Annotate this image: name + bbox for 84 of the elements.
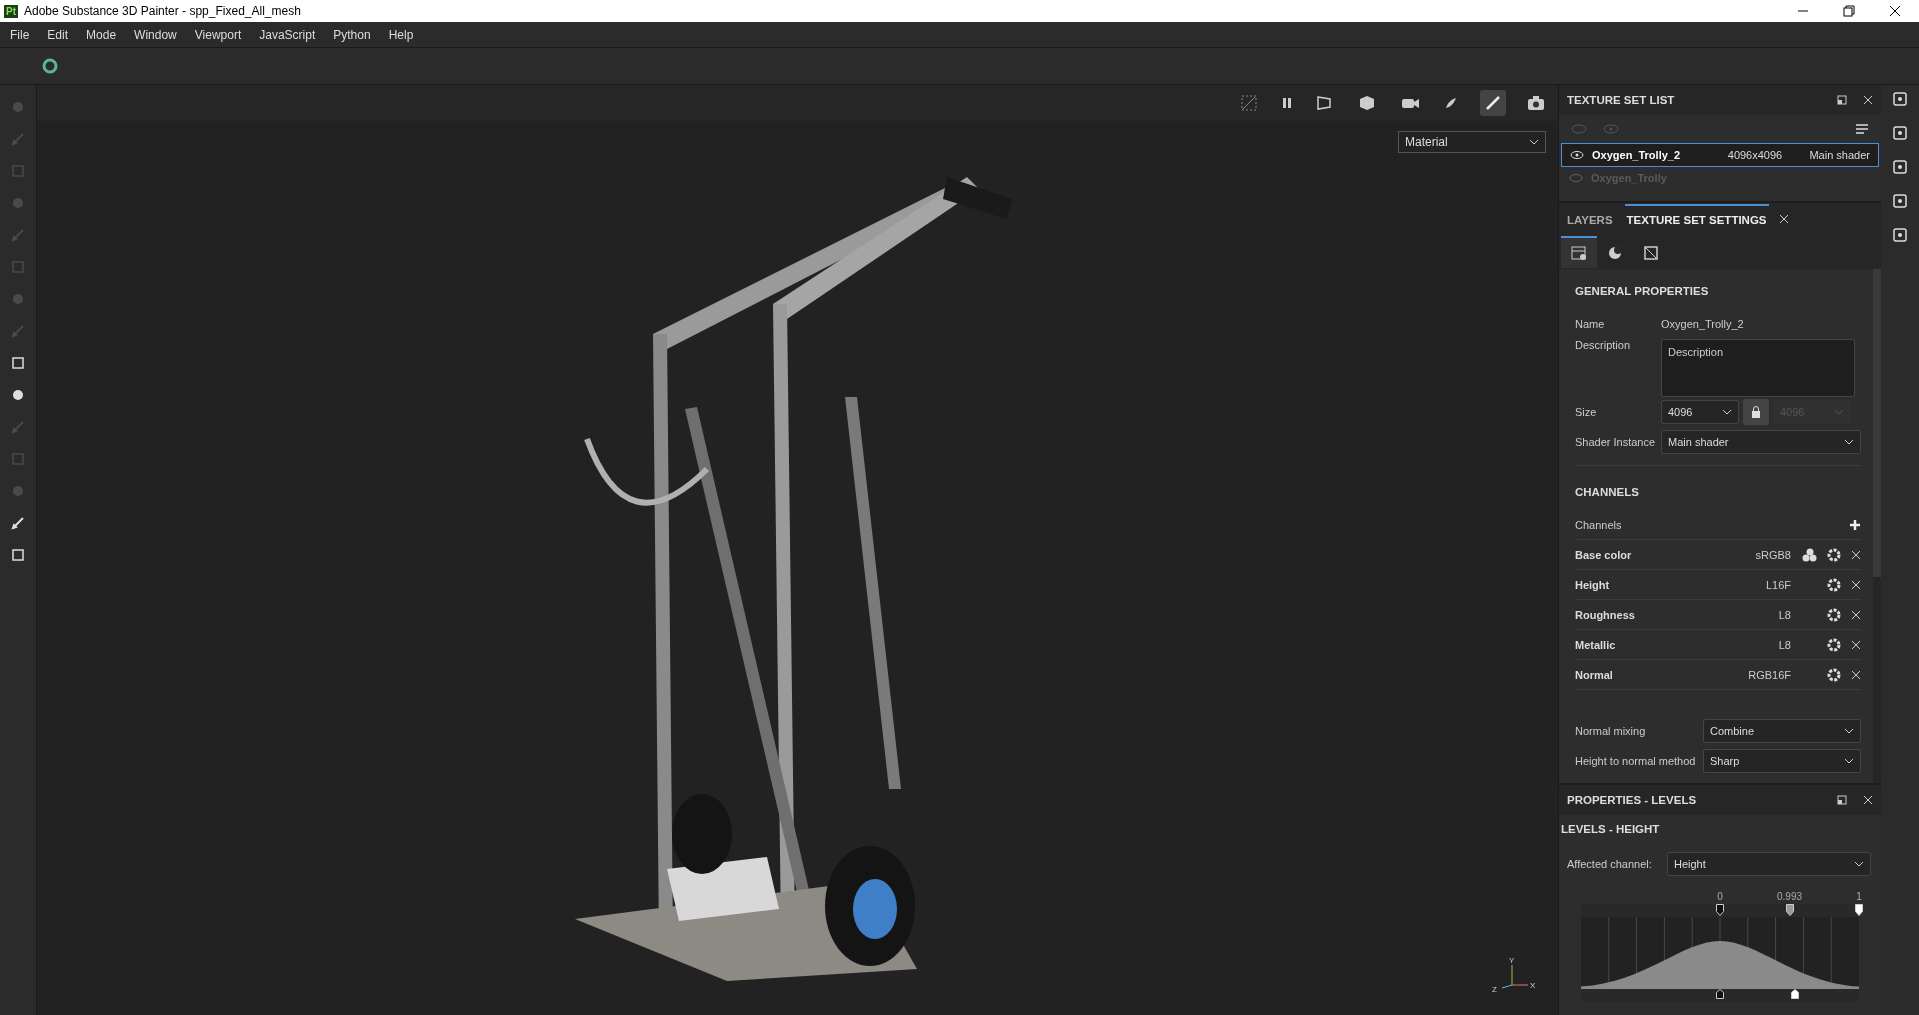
height-method-dropdown[interactable]: Sharp	[1703, 749, 1861, 773]
menu-item[interactable]: Viewport	[194, 27, 242, 42]
name-value: Oxygen_Trolly_2	[1661, 318, 1744, 330]
app-logo: Pt	[4, 4, 18, 18]
level-value: 0	[1717, 891, 1723, 902]
chevron-icon	[1834, 409, 1844, 415]
normal-mixing-dropdown[interactable]: Combine	[1703, 719, 1861, 743]
output-handle[interactable]	[1716, 989, 1724, 999]
menu-icon[interactable]	[1855, 123, 1869, 135]
gear-icon[interactable]	[1827, 547, 1841, 562]
gear-icon[interactable]	[1827, 667, 1841, 682]
channel-name: Base color	[1575, 548, 1633, 561]
menu-item[interactable]: Mode	[86, 27, 117, 42]
menu-item[interactable]: Help	[388, 27, 414, 42]
level-value: 1	[1856, 891, 1862, 902]
panel-title: TEXTURE SET LIST	[1567, 94, 1676, 106]
paint-mode-button[interactable]	[1480, 90, 1506, 116]
channel-format[interactable]: sRGB8	[1731, 548, 1791, 561]
level-value: 0.993	[1777, 891, 1802, 902]
size-dropdown[interactable]: 4096	[1661, 400, 1739, 424]
material-dropdown[interactable]: Material	[1398, 131, 1546, 153]
window-title: Adobe Substance 3D Painter - spp_Fixed_All_mesh	[24, 4, 301, 18]
lock-button[interactable]	[1743, 399, 1769, 425]
field-label: Name	[1575, 318, 1606, 330]
settings-tab[interactable]	[1561, 236, 1597, 268]
channel-dropdown[interactable]: Height	[1667, 852, 1871, 876]
ring-icon[interactable]	[42, 58, 58, 74]
gear-icon[interactable]	[1827, 637, 1841, 652]
snapshot-icon[interactable]	[1526, 94, 1546, 112]
channel-format[interactable]: L16F	[1731, 578, 1791, 591]
menu-item[interactable]: Window	[134, 27, 177, 42]
channel-name: Normal	[1575, 668, 1614, 681]
hidden-icon[interactable]	[1240, 94, 1258, 112]
chevron-icon	[1854, 861, 1864, 867]
color-dots-icon[interactable]	[1801, 547, 1817, 562]
channel-name: Height	[1575, 578, 1611, 591]
chevron-icon	[1844, 758, 1854, 764]
field-label: Affected channel:	[1567, 858, 1653, 870]
float-icon[interactable]	[1837, 95, 1847, 105]
gear-icon[interactable]	[1827, 577, 1841, 592]
output-handle[interactable]	[1791, 989, 1800, 999]
table-gear-icon	[1571, 245, 1587, 261]
section-title: CHANNELS	[1575, 465, 1861, 504]
field-label: Size	[1575, 406, 1598, 418]
description-field[interactable]: Description	[1661, 339, 1855, 397]
axis-gizmo: Y Z X	[1488, 955, 1538, 995]
shader-name: Main shader	[1809, 149, 1870, 161]
level-handle[interactable]	[1785, 904, 1794, 916]
menu-item[interactable]: File	[10, 27, 30, 42]
scrollbar[interactable]	[1873, 269, 1881, 783]
chevron-icon	[1722, 409, 1732, 415]
channel-name: Roughness	[1575, 608, 1636, 621]
menu-item[interactable]: JavaScript	[259, 27, 316, 42]
level-handle[interactable]	[1855, 904, 1863, 916]
texture-set-row[interactable]: Oxygen_Trolly_2 4096x4096 Main shader	[1561, 143, 1879, 167]
field-label: Shader Instance	[1575, 436, 1657, 448]
plus-icon[interactable]	[1849, 518, 1861, 531]
field-label: Height to normal method	[1575, 755, 1697, 767]
texture-size: 4096x4096	[1726, 149, 1784, 161]
field-label: Normal mixing	[1575, 725, 1647, 737]
panel-title: PROPERTIES - LEVELS	[1567, 794, 1698, 806]
level-handle[interactable]	[1716, 904, 1724, 916]
channel-format[interactable]: L8	[1731, 638, 1791, 651]
field-label: Description	[1575, 339, 1632, 351]
section-title: GENERAL PROPERTIES	[1575, 284, 1710, 299]
menu-item[interactable]: Python	[333, 27, 371, 42]
float-icon[interactable]	[1837, 795, 1847, 805]
moon-icon	[1607, 245, 1623, 261]
close-icon[interactable]	[1889, 5, 1901, 17]
menu-item[interactable]: Edit	[47, 27, 69, 42]
channel-format[interactable]: RGB16F	[1731, 668, 1791, 681]
panel-tab[interactable]: LAYERS	[1565, 204, 1615, 234]
shader-dropdown[interactable]: Main shader	[1661, 430, 1861, 454]
texture-set-name: Oxygen_Trolly_2	[1592, 149, 1682, 161]
chevron-icon	[1844, 728, 1854, 734]
chevron-icon	[1529, 139, 1539, 145]
gear-icon[interactable]	[1827, 607, 1841, 622]
chevron-icon	[1844, 439, 1854, 445]
lock-icon	[1751, 406, 1761, 418]
field-label: Channels	[1575, 518, 1623, 531]
channel-format[interactable]: L8	[1731, 608, 1791, 621]
restore-icon[interactable]	[1843, 5, 1855, 17]
channel-name: Metallic	[1575, 638, 1617, 651]
section-title: LEVELS - HEIGHT	[1560, 822, 1661, 837]
